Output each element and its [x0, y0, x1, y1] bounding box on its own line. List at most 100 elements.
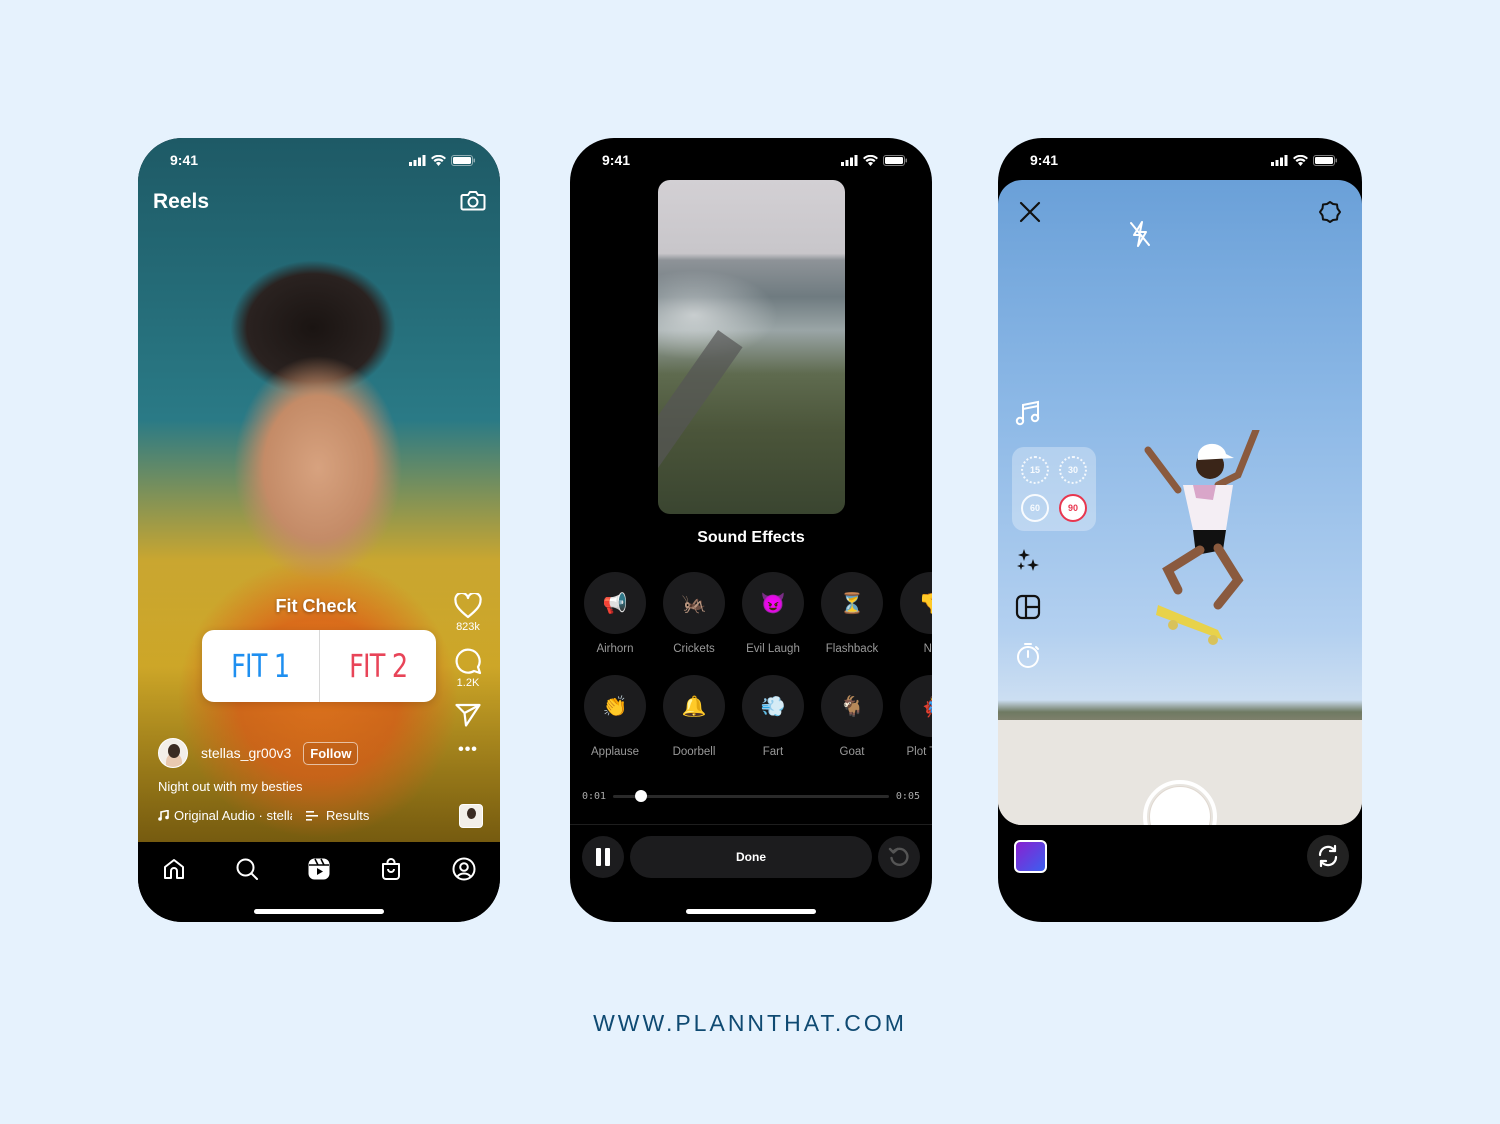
poll-option-fit-1[interactable]: FIT 1: [214, 630, 307, 702]
audio-scrubber: 0:01 0:05: [582, 790, 920, 802]
sound-effect-no[interactable]: 👎 No: [900, 572, 932, 655]
airhorn-icon: 📢: [584, 572, 646, 634]
superhero-icon: 🦸: [900, 675, 932, 737]
user-row: stellas_gr00v3 Follow: [158, 738, 359, 768]
signal-icon: [409, 154, 426, 166]
home-icon: [164, 859, 185, 879]
gear-icon: [1319, 201, 1341, 223]
playback-controls: Done: [582, 835, 920, 879]
scrub-handle[interactable]: [634, 790, 647, 802]
poll-option-fit-2[interactable]: FIT 2: [331, 630, 424, 702]
status-bar: 9:41: [138, 138, 500, 182]
tab-profile[interactable]: [446, 854, 482, 884]
sound-effects-row-1: 📢 Airhorn 🦗 Crickets 😈 Evil Laugh ⏳ Flashbac…: [584, 572, 932, 655]
sound-effect-flashback[interactable]: ⏳ Flashback: [821, 572, 883, 655]
tab-shop[interactable]: [373, 854, 409, 884]
status-time: 9:41: [170, 152, 199, 168]
reel-video[interactable]: [138, 138, 500, 842]
sound-effects-title: Sound Effects: [697, 529, 805, 546]
settings-button[interactable]: [1318, 200, 1342, 229]
length-selector: 15 30 60 90: [1012, 447, 1096, 531]
length-option-60[interactable]: 60: [1021, 494, 1049, 522]
status-icons: [1271, 154, 1338, 166]
layout-icon: [1015, 594, 1041, 620]
sound-effect-fart[interactable]: 💨 Fart: [742, 675, 804, 758]
done-button[interactable]: Done: [630, 836, 872, 878]
side-actions: 823k 1.2K •••: [448, 593, 488, 759]
signal-icon: [841, 154, 858, 166]
sound-effect-label: Applause: [591, 746, 639, 758]
status-icons: [841, 154, 908, 166]
more-options-icon[interactable]: •••: [458, 741, 478, 759]
heart-icon[interactable]: [454, 593, 482, 619]
reels-icon: [308, 858, 330, 880]
sound-effect-label: Doorbell: [672, 746, 716, 758]
undo-icon: [888, 847, 909, 866]
close-icon: [1019, 201, 1041, 223]
skater-figure: [1144, 430, 1260, 645]
video-preview[interactable]: [658, 180, 845, 514]
shop-bag-icon: [382, 858, 401, 880]
comment-icon[interactable]: [454, 647, 482, 675]
results-icon: [306, 810, 318, 821]
signal-icon: [1271, 154, 1288, 166]
sound-effect-evil-laugh[interactable]: 😈 Evil Laugh: [742, 572, 804, 655]
audio-label[interactable]: Original Audio · stellas_gr00v3: [174, 808, 292, 823]
camera-icon: [460, 191, 486, 211]
sparkles-icon: [1017, 549, 1039, 571]
undo-button[interactable]: [878, 836, 920, 878]
gallery-button[interactable]: [1014, 840, 1047, 873]
length-option-15[interactable]: 15: [1021, 456, 1049, 484]
comment-count: 1.2K: [456, 677, 480, 689]
home-indicator: [254, 909, 384, 914]
timer-tool[interactable]: [1015, 641, 1041, 674]
tab-reels[interactable]: [301, 854, 337, 884]
audio-row: Original Audio · stellas_gr00v3 Results: [158, 808, 369, 823]
follow-button[interactable]: Follow: [303, 741, 359, 765]
page-title: Reels: [153, 190, 210, 213]
length-option-30[interactable]: 30: [1059, 456, 1087, 484]
layout-tool[interactable]: [1015, 594, 1041, 625]
sound-effect-crickets[interactable]: 🦗 Crickets: [663, 572, 725, 655]
length-option-90[interactable]: 90: [1059, 494, 1087, 522]
results-label[interactable]: Results: [326, 808, 369, 823]
wifi-icon: [1293, 154, 1308, 166]
sound-effects-row-2: 👏 Applause 🔔 Doorbell 💨 Fart 🐐 Goat 🦸 Plot Tw…: [584, 675, 932, 758]
sound-effect-goat[interactable]: 🐐 Goat: [821, 675, 883, 758]
tab-search[interactable]: [229, 854, 265, 884]
status-bar: 9:41: [570, 138, 932, 182]
sound-effect-label: Crickets: [673, 643, 715, 655]
sound-effect-applause[interactable]: 👏 Applause: [584, 675, 646, 758]
flash-off-icon: [1130, 221, 1150, 247]
sound-effect-plot-twist[interactable]: 🦸 Plot Twist: [900, 675, 932, 758]
username[interactable]: stellas_gr00v3: [201, 745, 291, 761]
footer-url[interactable]: WWW.PLANNTHAT.COM: [0, 1010, 1500, 1037]
sound-effect-label: No: [923, 643, 932, 655]
avatar[interactable]: [158, 738, 188, 768]
audio-thumbnail[interactable]: [459, 804, 483, 828]
caption[interactable]: Night out with my besties: [158, 779, 303, 794]
status-time: 9:41: [1030, 152, 1059, 168]
sound-effect-airhorn[interactable]: 📢 Airhorn: [584, 572, 646, 655]
flash-toggle[interactable]: [1128, 220, 1152, 253]
timer-icon: [1017, 643, 1039, 668]
sound-effect-label: Fart: [762, 746, 784, 758]
profile-icon: [452, 857, 476, 881]
poll-sticker: FIT 1 FIT 2: [202, 630, 436, 702]
poll-title: Fit Check: [275, 596, 357, 616]
pause-button[interactable]: [582, 836, 624, 878]
camera-button[interactable]: [460, 188, 486, 217]
effects-tool[interactable]: [1015, 547, 1041, 578]
home-indicator: [686, 909, 816, 914]
flip-camera-button[interactable]: [1307, 835, 1349, 877]
tab-home[interactable]: [156, 854, 192, 884]
goat-icon: 🐐: [821, 675, 883, 737]
share-icon[interactable]: [455, 703, 481, 727]
devil-icon: 😈: [742, 572, 804, 634]
sound-effect-doorbell[interactable]: 🔔 Doorbell: [663, 675, 725, 758]
scrub-track[interactable]: [613, 790, 889, 802]
close-button[interactable]: [1018, 200, 1042, 229]
audio-tool[interactable]: [1015, 400, 1041, 431]
sound-effects-grid: 📢 Airhorn 🦗 Crickets 😈 Evil Laugh ⏳ Flashbac…: [584, 572, 932, 778]
record-button-inner: [1149, 786, 1211, 825]
